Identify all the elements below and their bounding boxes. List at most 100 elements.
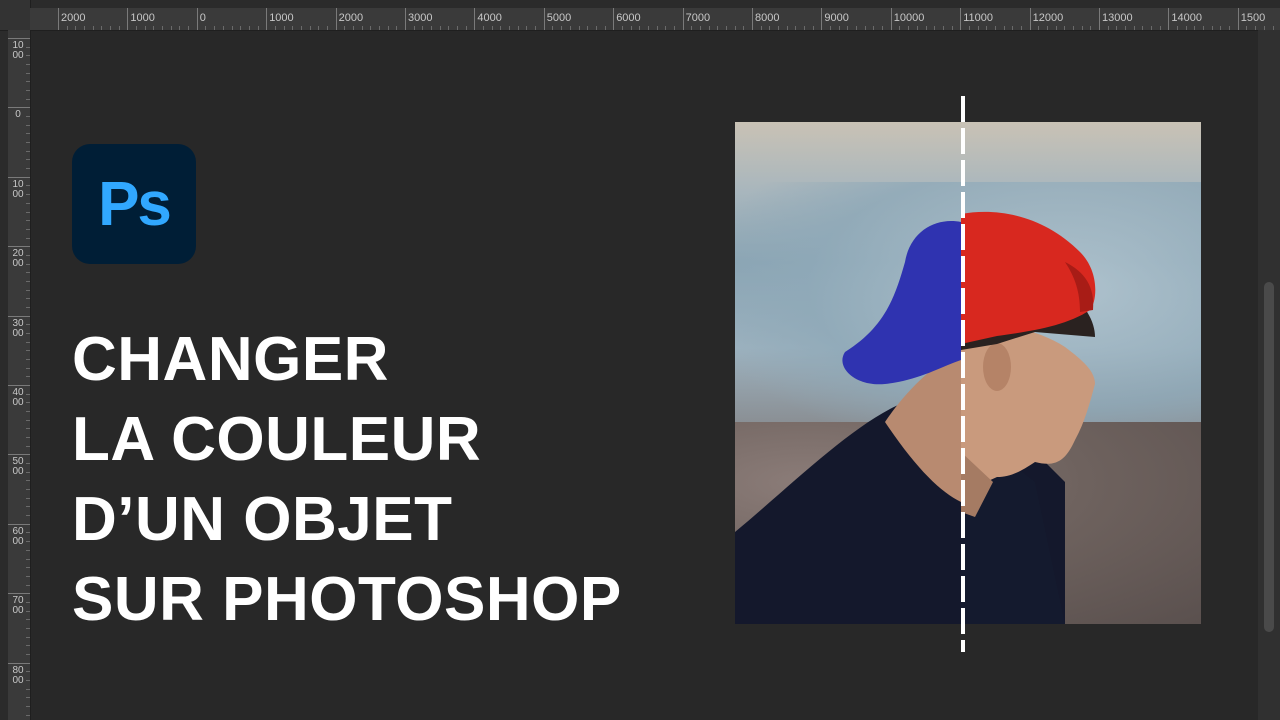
ruler-minor-tick	[621, 26, 623, 30]
ruler-minor-tick	[26, 237, 30, 239]
ruler-tick-label: 3000	[12, 317, 24, 339]
ruler-minor-tick	[26, 81, 30, 83]
ruler-corner[interactable]	[0, 0, 31, 31]
ruler-minor-tick	[26, 619, 30, 621]
ruler-minor-tick	[26, 194, 30, 196]
ruler-minor-tick	[587, 26, 589, 30]
ruler-minor-tick	[26, 168, 30, 170]
ruler-minor-tick	[309, 26, 311, 30]
ruler-minor-tick	[26, 549, 30, 551]
ruler-minor-tick	[26, 688, 30, 690]
ruler-minor-tick	[26, 601, 30, 603]
ruler-minor-tick	[856, 26, 858, 30]
ruler-minor-tick	[483, 26, 485, 30]
ruler-tick-label: 0	[199, 12, 206, 24]
ruler-minor-tick	[26, 584, 30, 586]
ruler-minor-tick	[26, 471, 30, 473]
ruler-minor-tick	[1220, 26, 1222, 30]
ruler-tick-label: 13000	[1102, 12, 1133, 24]
ruler-minor-tick	[26, 185, 30, 187]
ruler-tick-label: 14000	[1171, 12, 1202, 24]
ruler-minor-tick	[1055, 26, 1057, 30]
canvas-photo[interactable]	[735, 122, 1201, 624]
ruler-minor-tick	[231, 26, 233, 30]
ruler-minor-tick	[925, 26, 927, 30]
ruler-minor-tick	[144, 26, 146, 30]
ruler-minor-tick	[743, 26, 745, 30]
vertical-scrollbar[interactable]	[1258, 30, 1280, 720]
ruler-minor-tick	[361, 26, 363, 30]
page-title: CHANGER LA COULEUR D’UN OBJET SUR PHOTOS…	[72, 320, 622, 640]
ruler-minor-tick	[413, 26, 415, 30]
ruler-minor-tick	[665, 26, 667, 30]
ruler-minor-tick	[1133, 26, 1135, 30]
ruler-minor-tick	[205, 26, 207, 30]
ruler-minor-tick	[396, 26, 398, 30]
logo-text: Ps	[98, 169, 172, 239]
ruler-minor-tick	[561, 26, 563, 30]
ruler-tick-label: 11000	[963, 12, 993, 24]
ruler-minor-tick	[274, 26, 276, 30]
ruler-tick-label: 1000	[12, 178, 24, 200]
ruler-minor-tick	[26, 150, 30, 152]
ruler-minor-tick	[1185, 26, 1187, 30]
ruler-minor-tick	[26, 55, 30, 57]
ruler-minor-tick	[1107, 26, 1109, 30]
ruler-minor-tick	[1194, 26, 1196, 30]
ruler-minor-tick	[769, 26, 771, 30]
ruler-minor-tick	[352, 26, 354, 30]
ruler-minor-tick	[882, 26, 884, 30]
ruler-minor-tick	[26, 228, 30, 230]
ruler-major-tick	[8, 38, 30, 39]
ruler-minor-tick	[1020, 26, 1022, 30]
ruler-minor-tick	[26, 567, 30, 569]
split-guide-line[interactable]	[961, 96, 965, 652]
ruler-major-tick	[8, 385, 30, 386]
ruler-minor-tick	[75, 26, 77, 30]
left-strip	[0, 0, 8, 720]
ruler-tick-label: 10000	[893, 12, 925, 24]
ruler-minor-tick	[908, 26, 910, 30]
ruler-minor-tick	[214, 26, 216, 30]
ruler-tick-label: 4000	[12, 387, 24, 408]
ruler-minor-tick	[708, 26, 710, 30]
ruler-minor-tick	[26, 497, 30, 499]
ruler-major-tick	[8, 176, 30, 178]
horizontal-ruler[interactable]: 2000 1000 0 1000 2000 3000 4000 5000 6000 7000 800…	[30, 8, 1280, 31]
ruler-minor-tick	[26, 358, 30, 360]
ruler-minor-tick	[968, 26, 970, 30]
ruler-major-tick	[1168, 8, 1170, 30]
ruler-minor-tick	[318, 26, 320, 30]
ruler-tick-label: 1000	[269, 12, 294, 24]
ruler-minor-tick	[26, 90, 30, 92]
ruler-minor-tick	[725, 26, 727, 30]
ruler-minor-tick	[1081, 26, 1083, 30]
ruler-minor-tick	[916, 26, 918, 30]
ruler-minor-tick	[500, 26, 502, 30]
ruler-minor-tick	[26, 610, 30, 612]
ruler-minor-tick	[162, 26, 164, 30]
ruler-minor-tick	[595, 26, 597, 30]
ruler-minor-tick	[257, 26, 259, 30]
vertical-ruler[interactable]: 1000 0 1000 2000 3000 4000 5000 6000 7000 8000	[8, 30, 31, 720]
scrollbar-thumb[interactable]	[1264, 282, 1274, 632]
ruler-minor-tick	[26, 72, 30, 74]
ruler-minor-tick	[994, 26, 996, 30]
ruler-major-tick	[960, 8, 962, 30]
ruler-tick-label: 6000	[616, 12, 641, 24]
ruler-minor-tick	[26, 437, 30, 439]
ruler-minor-tick	[552, 26, 554, 30]
ruler-minor-tick	[509, 26, 511, 30]
ruler-minor-tick	[26, 159, 30, 161]
ruler-minor-tick	[526, 26, 528, 30]
ruler-minor-tick	[170, 26, 172, 30]
ruler-tick-label: 2000	[12, 248, 24, 270]
ruler-minor-tick	[899, 26, 901, 30]
ruler-minor-tick	[569, 26, 571, 30]
ruler-minor-tick	[1116, 26, 1118, 30]
ruler-major-tick	[543, 8, 545, 30]
ruler-minor-tick	[26, 515, 30, 517]
ruler-minor-tick	[951, 26, 953, 30]
ruler-minor-tick	[26, 341, 30, 343]
ruler-tick-label: 3000	[408, 12, 433, 24]
